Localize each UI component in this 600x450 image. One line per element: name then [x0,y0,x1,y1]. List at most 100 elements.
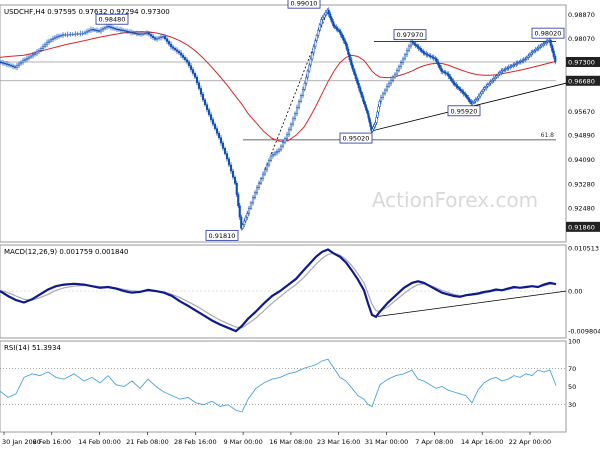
price-callout-label: 0.98480 [99,16,126,24]
candle-body [91,28,95,31]
candle-body [205,104,209,110]
candle-body [223,148,227,154]
candle-body [409,41,413,47]
candle-body [249,202,253,209]
candle-body [85,30,89,33]
candle-body [201,93,205,101]
candle-body [367,113,370,119]
candle-body [477,95,480,99]
candle-body [405,50,409,55]
candle-body [99,29,103,32]
candle-body [25,57,29,60]
candle-body [285,134,289,139]
candle-body [103,27,107,29]
candle-body [465,95,468,98]
candle-body [395,70,399,75]
candle-body [374,122,377,125]
candle-body [157,37,161,39]
candle-body [107,25,111,28]
price-y-tick-label: 0.98870 [568,11,595,19]
candle-body [263,169,267,175]
candle-body [482,89,485,92]
candle-body [123,30,127,32]
candle-body [372,126,375,130]
x-tick-label: 9 Mar 00:00 [223,438,262,446]
candle-body [57,35,61,37]
candle-body [251,197,255,204]
x-tick-label: 28 Feb 16:00 [174,438,217,446]
candle-body [95,29,99,32]
candle-body [111,27,115,29]
candle-body [173,48,177,51]
candle-body [101,28,105,31]
candle-body [387,82,391,87]
candle-body [89,28,93,31]
candle-body [311,52,314,60]
candle-body [323,14,326,18]
price-callout-label: 0.95920 [451,107,478,115]
candle-body [375,117,378,123]
candle-body [233,176,237,184]
candle-body [31,54,35,57]
candle-body [332,21,335,26]
candle-body [452,80,455,84]
candle-body [281,142,285,147]
x-tick-label: 6 Feb 16:00 [33,438,72,446]
candle-body [297,101,301,108]
candle-body [19,61,23,65]
candle-body [71,33,74,36]
candle-body [379,97,383,102]
price-y-tick-label: 0.91860 [568,223,595,231]
candle-body [139,33,143,35]
candle-body [177,51,181,54]
candle-body [149,34,153,37]
candle-body [145,32,149,34]
candle-body [317,29,320,36]
candle-body [83,31,87,34]
candle-body [225,153,229,160]
candle-body [309,58,312,66]
candle-body [277,149,281,152]
macd-title: MACD(12,26,9) 0.001759 0.001840 [4,248,128,256]
macd-y-tick-label: 0.010513 [568,245,599,253]
candle-body [480,91,483,95]
candle-body [235,182,238,195]
candle-body [161,35,165,38]
candle-body [437,61,440,66]
candle-body [255,187,259,193]
candle-body [365,107,368,111]
candle-body [306,70,309,78]
candle-body [193,73,197,78]
price-callout-label: 0.91810 [209,232,236,240]
candle-body [61,34,65,36]
candle-body [215,128,219,134]
candle-body [378,101,381,107]
candle-body [299,95,303,102]
candle-body [137,33,141,35]
candle-body [217,132,221,138]
candle-body [163,35,167,40]
candle-body [213,123,217,129]
candle-body [363,101,366,105]
x-tick-label: 31 Mar 00:00 [365,438,408,446]
candle-body [9,64,13,67]
candle-body [324,12,327,16]
candle-body [33,52,37,55]
candle-body [403,54,407,60]
price-y-tick-label: 0.97300 [568,58,595,66]
candle-body [238,205,241,218]
candle-body [371,128,374,132]
candle-body [259,178,263,184]
candle-body [29,55,33,58]
macd-y-tick-label: -0.009804 [568,328,600,336]
candle-body [287,129,291,135]
price-title: USDCHF,H4 0.97595 0.97632 0.97294 0.9730… [4,8,170,16]
rsi-title: RSI(14) 51.3934 [4,344,61,352]
candle-body [74,33,77,35]
candle-body [303,82,306,90]
price-watermark: ActionForex.com [372,188,538,212]
candle-body [383,89,387,95]
candle-body [53,36,57,39]
candle-body [129,31,133,34]
candle-body [64,34,67,36]
